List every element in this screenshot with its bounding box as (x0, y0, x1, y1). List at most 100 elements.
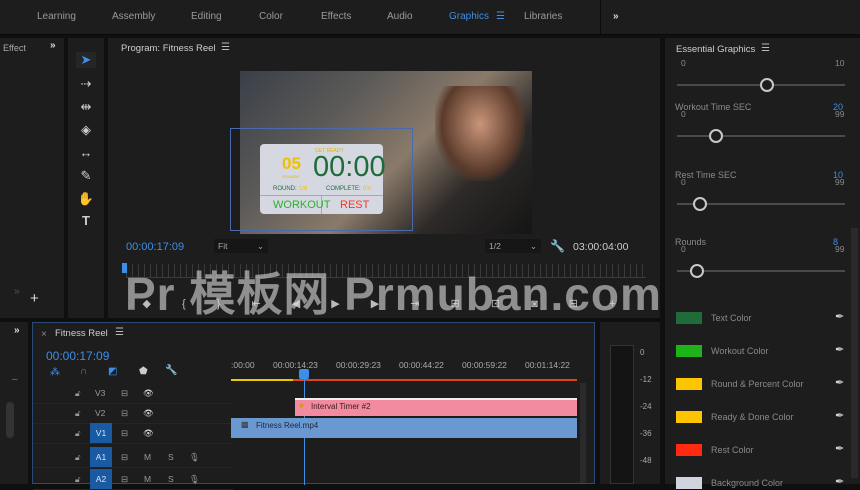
program-timecode[interactable]: 00:00:17:09 (126, 241, 184, 253)
panel-menu-icon[interactable]: ☰ (761, 43, 770, 54)
sync-lock-icon[interactable]: ⊟ (121, 388, 128, 399)
microphone-icon[interactable]: 🎙︎ (189, 452, 200, 463)
eyedropper-icon[interactable]: ✒ (835, 310, 844, 323)
resolution-dropdown[interactable]: 1/2 ⌄ (485, 239, 541, 253)
track-select-tool-icon[interactable]: ⇢ (76, 76, 96, 92)
close-icon[interactable]: × (41, 329, 47, 340)
lock-icon[interactable]: 🔓︎ (75, 428, 81, 439)
track-target[interactable]: V1 (90, 423, 112, 443)
snap-icon[interactable]: ⁂ (50, 367, 60, 378)
workspace-tab-learning[interactable]: Learning (37, 11, 76, 22)
add-icon[interactable]: + (30, 290, 39, 307)
sync-lock-icon[interactable]: ⊟ (121, 408, 128, 419)
slip-tool-icon[interactable]: ↔ (76, 145, 96, 160)
track-target[interactable]: V3 (95, 388, 105, 398)
transport-controls[interactable]: ◆ { } ⇤ ◀ ▶ ▶ ⇥ ⊞ ⊡ ◙ ⊟ + (126, 297, 646, 310)
eyedropper-icon[interactable]: ✒ (835, 442, 844, 455)
workspace-tab-effects[interactable]: Effects (321, 11, 351, 22)
color-swatch[interactable] (676, 312, 702, 324)
expand-icon[interactable]: » (14, 325, 20, 336)
slider-track[interactable] (677, 129, 845, 143)
eye-icon[interactable]: 👁︎ (143, 428, 154, 439)
video-frame[interactable]: GET READY 05 ROUNDS 00:00 ROUND: 1/8 COM… (230, 71, 532, 234)
monitor-time-ruler[interactable] (126, 264, 646, 278)
color-swatch[interactable] (676, 477, 702, 489)
workspace-tab-graphics[interactable]: Graphics (449, 11, 489, 22)
eyedropper-icon[interactable]: ✒ (835, 409, 844, 422)
eyedropper-icon[interactable]: ✒ (835, 343, 844, 356)
razor-tool-icon[interactable]: ◈ (76, 122, 96, 138)
lock-icon[interactable]: 🔓︎ (75, 452, 81, 463)
scrollbar[interactable] (6, 402, 14, 438)
mute-button[interactable]: M (144, 474, 151, 484)
color-swatch[interactable] (676, 378, 702, 390)
slider-track[interactable] (677, 78, 845, 92)
hand-tool-icon[interactable]: ✋ (76, 191, 96, 207)
track-target[interactable]: V2 (95, 408, 105, 418)
eyedropper-icon[interactable]: ✒ (835, 475, 844, 488)
meter-bar (610, 345, 634, 484)
lock-icon[interactable]: 🔓︎ (75, 388, 81, 399)
workspace-tab-assembly[interactable]: Assembly (112, 11, 155, 22)
mute-button[interactable]: M (144, 452, 151, 462)
type-tool-icon[interactable]: T (76, 213, 96, 228)
magnet-icon[interactable]: ∩ (80, 366, 87, 377)
lock-icon[interactable]: 🔓︎ (75, 408, 81, 419)
workspace-tab-color[interactable]: Color (259, 11, 283, 22)
slider-track[interactable] (677, 264, 845, 278)
track-target[interactable]: A2 (90, 469, 112, 489)
wrench-icon[interactable]: 🔧 (165, 365, 177, 376)
scrollbar[interactable] (851, 228, 858, 478)
selection-bounding-box[interactable] (230, 128, 413, 231)
minimize-icon[interactable]: – (12, 374, 18, 385)
effects-panel-title[interactable]: Effect (3, 43, 26, 53)
vertical-scrollbar[interactable] (580, 383, 586, 483)
ripple-edit-tool-icon[interactable]: ⇹ (76, 99, 96, 115)
eye-icon[interactable]: 👁︎ (143, 388, 154, 399)
slider-handle[interactable] (760, 78, 775, 92)
panel-menu-icon[interactable]: ☰ (221, 42, 230, 53)
workspace-tab-editing[interactable]: Editing (191, 11, 222, 22)
workspace-menu-icon[interactable]: ☰ (496, 11, 505, 22)
color-swatch[interactable] (676, 444, 702, 456)
slider-track[interactable] (677, 197, 845, 211)
zoom-level-dropdown[interactable]: Fit ⌄ (214, 239, 268, 253)
playhead[interactable] (122, 263, 127, 273)
slider-handle[interactable] (689, 264, 704, 278)
slider-handle[interactable] (693, 197, 707, 211)
timeline-title[interactable]: Fitness Reel (55, 328, 108, 339)
playhead-handle[interactable] (299, 369, 309, 379)
more-workspaces-icon[interactable]: » (613, 11, 619, 22)
program-monitor-title[interactable]: Program: Fitness Reel (121, 43, 216, 54)
panel-menu-icon[interactable]: ☰ (115, 327, 124, 338)
expand-icon[interactable]: » (50, 40, 56, 51)
timeline-ruler[interactable]: :00:00 00:00:14:23 00:00:29:23 00:00:44:… (231, 357, 577, 385)
sync-lock-icon[interactable]: ⊟ (121, 474, 128, 485)
meter-scale-label: 0 (640, 348, 645, 357)
sync-lock-icon[interactable]: ⊟ (121, 452, 128, 463)
clip-interval-timer[interactable]: ★ Interval Timer #2 (295, 398, 577, 416)
workspace-tab-audio[interactable]: Audio (387, 11, 413, 22)
microphone-icon[interactable]: 🎙︎ (189, 474, 200, 485)
eyedropper-icon[interactable]: ✒ (835, 376, 844, 389)
lock-icon[interactable]: 🔓︎ (75, 474, 81, 485)
linked-selection-icon[interactable]: ◩ (108, 366, 117, 377)
wrench-icon[interactable]: 🔧 (550, 239, 565, 253)
clip-fitness-reel[interactable]: ▩ Fitness Reel.mp4 (231, 418, 577, 438)
slider-handle[interactable] (709, 129, 723, 143)
color-swatch[interactable] (676, 411, 702, 423)
solo-button[interactable]: S (168, 474, 174, 484)
selection-tool-icon[interactable]: ➤ (76, 52, 96, 68)
color-swatch[interactable] (676, 345, 702, 357)
sync-lock-icon[interactable]: ⊟ (121, 428, 128, 439)
timeline-timecode[interactable]: 00:00:17:09 (46, 349, 109, 363)
track-target[interactable]: A1 (90, 447, 112, 467)
slider-max: 10 (835, 58, 845, 68)
pen-tool-icon[interactable]: ✎ (76, 168, 96, 184)
expand-icon[interactable]: » (14, 286, 20, 297)
workspace-tab-libraries[interactable]: Libraries (524, 11, 562, 22)
fx-icon: ▩ (241, 420, 249, 429)
eye-icon[interactable]: 👁︎ (143, 408, 154, 419)
solo-button[interactable]: S (168, 452, 174, 462)
marker-icon[interactable]: ⬟ (139, 366, 148, 377)
